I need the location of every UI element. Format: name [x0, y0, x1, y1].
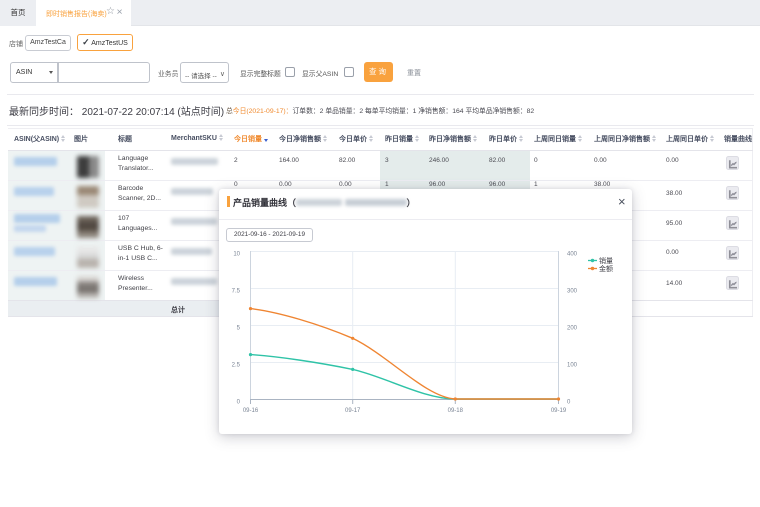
svg-text:5: 5 [237, 326, 241, 332]
svg-text:金额: 金额 [599, 264, 613, 273]
svg-text:400: 400 [567, 252, 578, 258]
svg-text:0: 0 [237, 400, 241, 406]
svg-text:09-17: 09-17 [345, 408, 361, 414]
svg-text:100: 100 [567, 363, 578, 369]
svg-text:09-16: 09-16 [243, 408, 259, 414]
svg-text:10: 10 [233, 252, 240, 258]
svg-text:7.5: 7.5 [232, 289, 241, 295]
svg-text:2.5: 2.5 [232, 363, 241, 369]
svg-text:09-18: 09-18 [448, 408, 464, 414]
svg-text:200: 200 [567, 326, 578, 332]
svg-text:300: 300 [567, 289, 578, 295]
svg-text:销量: 销量 [599, 256, 613, 265]
svg-text:0: 0 [567, 400, 571, 406]
svg-text:09-19: 09-19 [551, 408, 567, 414]
